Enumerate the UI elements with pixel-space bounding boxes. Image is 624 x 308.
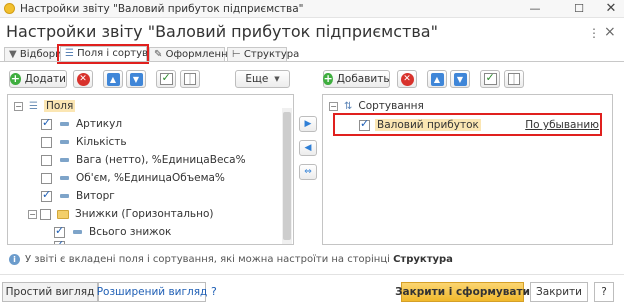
sort-icon: ⇅ <box>344 100 353 112</box>
sort-move-down-button[interactable]: ▼ <box>450 70 470 88</box>
uncheck-all-icon <box>184 73 196 85</box>
close-window-button[interactable]: ✕ <box>598 1 624 17</box>
arrow-up-icon: ▲ <box>106 72 120 86</box>
move-down-button[interactable]: ▼ <box>126 70 146 88</box>
simple-view-button[interactable]: Простий вигляд <box>2 282 98 302</box>
minimize-button[interactable]: — <box>522 1 548 17</box>
swap-icon: ⇔ <box>304 167 312 177</box>
uncheck-all-icon <box>508 73 520 85</box>
checkbox[interactable] <box>41 136 52 148</box>
toggle-direction-button[interactable]: ⇔ <box>299 164 317 180</box>
tree-item[interactable]: Всього знижок <box>54 221 171 243</box>
checkbox[interactable] <box>54 224 65 238</box>
page-title: Настройки звіту "Валовий прибуток підпри… <box>6 22 438 41</box>
footer-divider <box>0 274 624 275</box>
arrow-right-icon: ▶ <box>304 119 312 129</box>
extended-view-button[interactable]: Розширений вигляд <box>97 282 207 302</box>
add-field-button[interactable]: + Додати <box>9 70 67 88</box>
close-and-build-button[interactable]: Закрити і сформувати <box>395 282 530 302</box>
title-bar: Настройки звіту "Валовий прибуток підпри… <box>0 0 624 18</box>
help-button[interactable]: ? <box>594 282 614 302</box>
add-to-sort-button[interactable]: ▶ <box>299 116 317 132</box>
remove-from-sort-button[interactable]: ◀ <box>299 140 317 156</box>
arrow-left-icon: ◀ <box>304 143 312 153</box>
arrow-up-icon: ▲ <box>430 72 444 86</box>
sort-check-all-button[interactable] <box>480 70 500 88</box>
plus-icon: + <box>323 72 333 85</box>
maximize-button[interactable]: ☐ <box>566 1 592 17</box>
sort-move-up-button[interactable]: ▲ <box>427 70 447 88</box>
sort-uncheck-all-button[interactable] <box>504 70 524 88</box>
app-icon <box>4 3 15 14</box>
check-all-icon <box>483 71 497 85</box>
info-text: У звіті є вкладені поля і сортування, як… <box>25 254 453 265</box>
close-form-icon[interactable]: × <box>604 24 616 40</box>
close-button[interactable]: Закрити <box>530 282 588 302</box>
more-button[interactable]: Еще ▼ <box>235 70 290 88</box>
delete-field-button[interactable]: ✕ <box>73 70 93 88</box>
arrow-down-icon: ▼ <box>129 72 143 86</box>
tab-structure[interactable]: ⊢ Структура <box>227 47 299 62</box>
tab-filters[interactable]: ▼ Відбори <box>4 47 62 62</box>
field-icon <box>60 176 69 180</box>
highlight-sort-row-box <box>333 113 602 136</box>
checkbox[interactable] <box>54 238 65 244</box>
window-title: Настройки звіту "Валовий прибуток підпри… <box>20 3 304 15</box>
field-icon <box>60 140 69 144</box>
fields-tree: − ☰ Поля Артикул Кількість Вага (нетто),… <box>7 94 294 245</box>
dropdown-arrow-icon: ▼ <box>274 75 280 83</box>
field-icon <box>73 230 82 234</box>
delete-icon: ✕ <box>400 72 414 86</box>
checkbox[interactable] <box>41 154 52 166</box>
delete-sort-button[interactable]: ✕ <box>397 70 417 88</box>
add-sort-button[interactable]: + Добавить <box>323 70 390 88</box>
more-menu-icon[interactable]: ⋮ <box>588 26 600 40</box>
field-icon <box>60 122 69 126</box>
checkbox[interactable] <box>41 172 52 184</box>
field-icon <box>60 194 69 198</box>
tab-appearance[interactable]: ✎ Оформлення <box>149 47 234 62</box>
help-link[interactable]: ? <box>211 285 217 298</box>
tab-divider <box>0 61 624 62</box>
checkbox[interactable] <box>41 188 52 202</box>
checkbox[interactable] <box>41 116 52 130</box>
list-icon: ☰ <box>29 100 38 112</box>
info-icon: i <box>9 254 20 265</box>
checkbox[interactable] <box>40 208 51 220</box>
scroll-thumb[interactable] <box>283 112 291 240</box>
delete-icon: ✕ <box>76 72 90 86</box>
plus-icon: + <box>10 72 21 85</box>
brush-icon: ✎ <box>154 49 163 60</box>
check-all-icon <box>159 71 173 85</box>
collapse-icon: − <box>14 101 23 111</box>
structure-icon: ⊢ <box>232 49 241 60</box>
structure-link[interactable]: Структура <box>393 254 453 265</box>
scrollbar[interactable] <box>282 108 292 244</box>
folder-icon <box>57 209 69 219</box>
arrow-down-icon: ▼ <box>453 72 467 86</box>
check-all-button[interactable] <box>156 70 176 88</box>
field-icon <box>60 158 69 162</box>
filter-icon: ▼ <box>9 49 17 60</box>
move-up-button[interactable]: ▲ <box>103 70 123 88</box>
uncheck-all-button[interactable] <box>180 70 200 88</box>
collapse-icon: − <box>28 209 37 219</box>
collapse-icon: − <box>329 101 338 111</box>
